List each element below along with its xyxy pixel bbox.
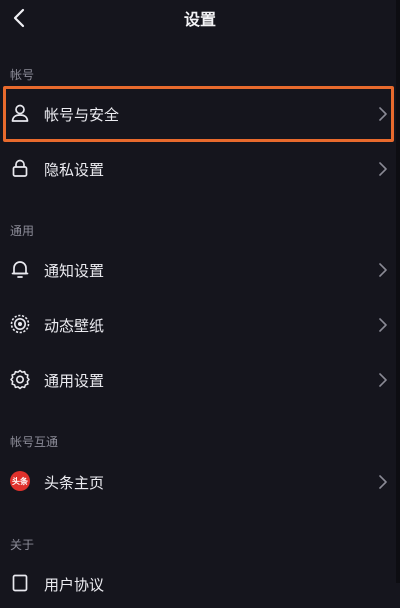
settings-row-live-wallpaper[interactable]: 动态壁纸 bbox=[0, 301, 400, 349]
settings-row-toutiao-homepage[interactable]: 头条 头条主页 bbox=[0, 458, 400, 506]
row-label: 帐号与安全 bbox=[44, 106, 120, 124]
chevron-right-icon bbox=[379, 162, 387, 176]
toutiao-icon: 头条 bbox=[9, 470, 31, 492]
settings-row-account-security[interactable]: 帐号与安全 bbox=[0, 90, 400, 138]
section-label-general: 通用 bbox=[10, 224, 35, 238]
gear-icon bbox=[9, 368, 31, 390]
chevron-right-icon bbox=[379, 107, 387, 121]
row-label: 隐私设置 bbox=[44, 161, 105, 179]
row-label: 用户协议 bbox=[44, 576, 105, 594]
chevron-right-icon bbox=[379, 263, 387, 277]
settings-row-privacy[interactable]: 隐私设置 bbox=[0, 145, 400, 193]
settings-row-general-settings[interactable]: 通用设置 bbox=[0, 356, 400, 404]
bell-icon bbox=[9, 258, 31, 280]
scroll-edge bbox=[396, 0, 400, 583]
section-label-account: 帐号 bbox=[10, 68, 35, 82]
settings-row-notifications[interactable]: 通知设置 bbox=[0, 246, 400, 294]
row-label: 通用设置 bbox=[44, 372, 105, 390]
lock-icon bbox=[9, 157, 31, 179]
section-label-linked-accounts: 帐号互通 bbox=[10, 435, 59, 449]
chevron-right-icon bbox=[379, 373, 387, 387]
page-title: 设置 bbox=[183, 10, 216, 29]
section-label-about: 关于 bbox=[10, 538, 35, 552]
row-label: 通知设置 bbox=[44, 262, 105, 280]
chevron-right-icon bbox=[379, 318, 387, 332]
chevron-right-icon bbox=[379, 475, 387, 489]
top-bar: 设置 bbox=[0, 0, 400, 36]
settings-row-user-agreement[interactable]: 用户协议 bbox=[0, 560, 400, 608]
row-label: 头条主页 bbox=[44, 474, 105, 492]
toutiao-logo: 头条 bbox=[10, 471, 30, 491]
document-icon bbox=[9, 572, 31, 594]
user-icon bbox=[9, 102, 31, 124]
wallpaper-icon bbox=[9, 313, 31, 335]
row-label: 动态壁纸 bbox=[44, 317, 105, 335]
